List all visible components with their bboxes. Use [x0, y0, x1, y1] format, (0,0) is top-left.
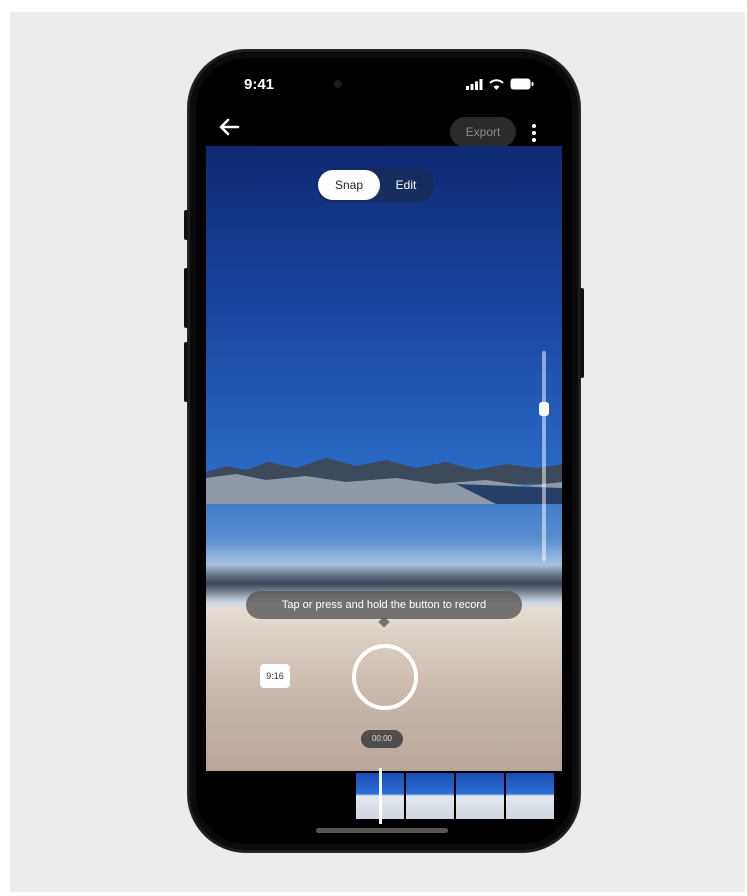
- filmstrip-frame: [456, 773, 504, 819]
- aspect-ratio-button[interactable]: 9:16: [260, 664, 290, 688]
- back-arrow-icon: [219, 118, 240, 136]
- front-camera: [334, 80, 342, 88]
- phone-screen: 9:41 Export Snap Edit Tap or press and h…: [196, 58, 572, 844]
- edit-mode-button[interactable]: Edit: [380, 170, 432, 200]
- battery-icon: [510, 78, 534, 90]
- volume-up-button: [184, 268, 188, 328]
- status-time: 9:41: [244, 76, 275, 93]
- recording-timer: 00:00: [361, 730, 403, 748]
- snap-mode-button[interactable]: Snap: [318, 170, 380, 200]
- timeline-playhead[interactable]: [379, 768, 382, 824]
- more-options-button[interactable]: [526, 118, 542, 148]
- status-icons: [466, 78, 534, 90]
- mountain-range: [206, 458, 562, 504]
- record-shutter-button[interactable]: [352, 644, 418, 710]
- signal-icon: [466, 78, 483, 90]
- zoom-slider-track[interactable]: [542, 351, 546, 561]
- filmstrip-frame: [506, 773, 554, 819]
- camera-viewfinder[interactable]: Snap Edit Tap or press and hold the butt…: [206, 146, 562, 771]
- phone-frame: 9:41 Export Snap Edit Tap or press and h…: [184, 50, 584, 852]
- volume-down-button: [184, 342, 188, 402]
- video-filmstrip[interactable]: [356, 773, 558, 819]
- more-vertical-icon: [532, 124, 536, 142]
- home-indicator[interactable]: [316, 828, 448, 833]
- filmstrip-frame: [406, 773, 454, 819]
- wifi-icon: [489, 78, 504, 90]
- power-button: [580, 288, 584, 378]
- record-hint-tooltip: Tap or press and hold the button to reco…: [246, 591, 522, 619]
- back-button[interactable]: [218, 116, 248, 146]
- mute-switch: [184, 210, 188, 240]
- mode-toggle: Snap Edit: [316, 168, 434, 202]
- export-button[interactable]: Export: [450, 117, 516, 147]
- zoom-slider-handle[interactable]: [539, 402, 549, 416]
